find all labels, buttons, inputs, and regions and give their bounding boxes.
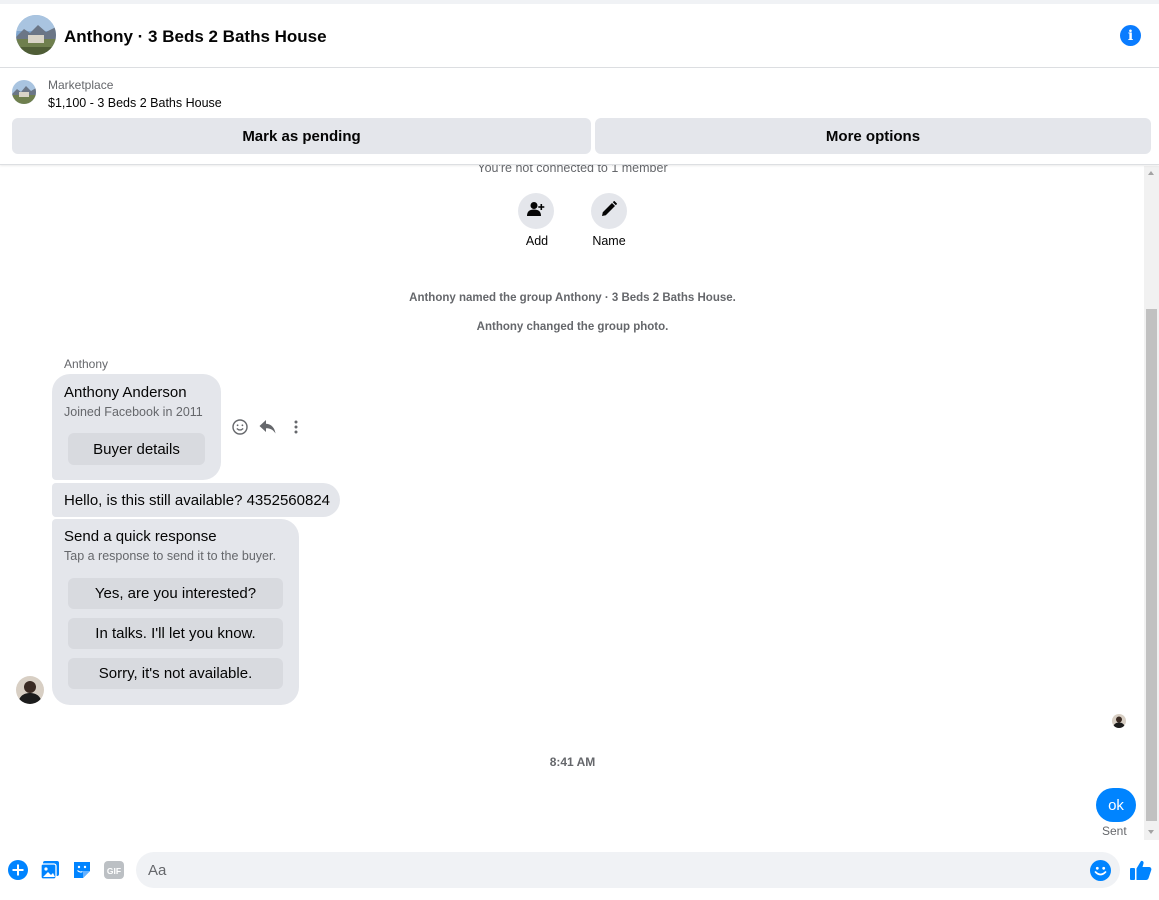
scroll-down-arrow[interactable] [1148, 830, 1154, 834]
listing-title[interactable]: $1,100 - 3 Beds 2 Baths House [48, 96, 222, 110]
conversation-header: Anthony · 3 Beds 2 Baths House i [0, 4, 1159, 68]
plus-icon[interactable] [8, 860, 28, 880]
info-icon[interactable]: i [1120, 25, 1141, 46]
add-member-button[interactable] [518, 193, 554, 229]
system-message: Anthony named the group Anthony · 3 Beds… [409, 292, 736, 304]
pencil-icon [601, 200, 618, 222]
marketplace-label: Marketplace [48, 78, 114, 92]
mark-as-pending-button[interactable]: Mark as pending [12, 118, 591, 154]
name-group-button[interactable] [591, 193, 627, 229]
buyer-profile-card: Anthony Anderson Joined Facebook in 2011… [52, 374, 221, 480]
more-options-button[interactable]: More options [595, 118, 1151, 154]
conversation-title[interactable]: Anthony · 3 Beds 2 Baths House [64, 27, 327, 47]
marketplace-bar: Marketplace $1,100 - 3 Beds 2 Baths Hous… [0, 68, 1159, 165]
quick-response-option[interactable]: Yes, are you interested? [68, 578, 283, 609]
add-label: Add [525, 234, 549, 248]
buyer-joined: Joined Facebook in 2011 [64, 405, 203, 419]
outgoing-message[interactable]: ok [1096, 788, 1136, 822]
message-composer: GIF [0, 840, 1159, 900]
not-connected-notice: You're not connected to 1 member [477, 165, 668, 175]
thread-scrollbar[interactable] [1144, 166, 1159, 840]
emoji-icon[interactable] [1090, 860, 1111, 881]
delivery-status: Sent [1102, 824, 1127, 838]
sender-avatar[interactable] [16, 676, 44, 704]
more-vertical-icon[interactable] [286, 417, 306, 437]
scroll-up-arrow[interactable] [1148, 171, 1154, 175]
sticker-icon[interactable] [72, 860, 92, 880]
add-person-icon [527, 201, 545, 222]
photo-icon[interactable] [40, 860, 60, 880]
message-thread: You're not connected to 1 member Add Nam… [0, 165, 1159, 840]
gif-icon[interactable]: GIF [104, 860, 124, 880]
timestamp: 8:41 AM [549, 755, 596, 769]
message-input[interactable] [136, 852, 1120, 888]
react-emoji-icon[interactable] [230, 417, 250, 437]
read-receipt-avatar [1112, 714, 1126, 728]
group-avatar[interactable] [16, 15, 56, 55]
quick-response-subtitle: Tap a response to send it to the buyer. [64, 549, 276, 563]
buyer-details-button[interactable]: Buyer details [68, 433, 205, 465]
quick-response-card: Send a quick response Tap a response to … [52, 519, 299, 705]
scroll-thumb[interactable] [1146, 309, 1157, 821]
quick-response-title: Send a quick response [64, 528, 217, 545]
reply-icon[interactable] [258, 417, 278, 437]
svg-text:GIF: GIF [107, 866, 121, 876]
listing-thumbnail[interactable] [12, 80, 36, 104]
system-message: Anthony changed the group photo. [476, 321, 669, 333]
sender-name: Anthony [64, 357, 109, 371]
thumbs-up-icon[interactable] [1129, 858, 1153, 882]
name-label: Name [592, 234, 626, 248]
buyer-name: Anthony Anderson [64, 384, 187, 401]
incoming-message[interactable]: Hello, is this still available? 43525608… [52, 483, 340, 517]
quick-response-option[interactable]: Sorry, it's not available. [68, 658, 283, 689]
message-actions [230, 417, 306, 437]
quick-response-option[interactable]: In talks. I'll let you know. [68, 618, 283, 649]
